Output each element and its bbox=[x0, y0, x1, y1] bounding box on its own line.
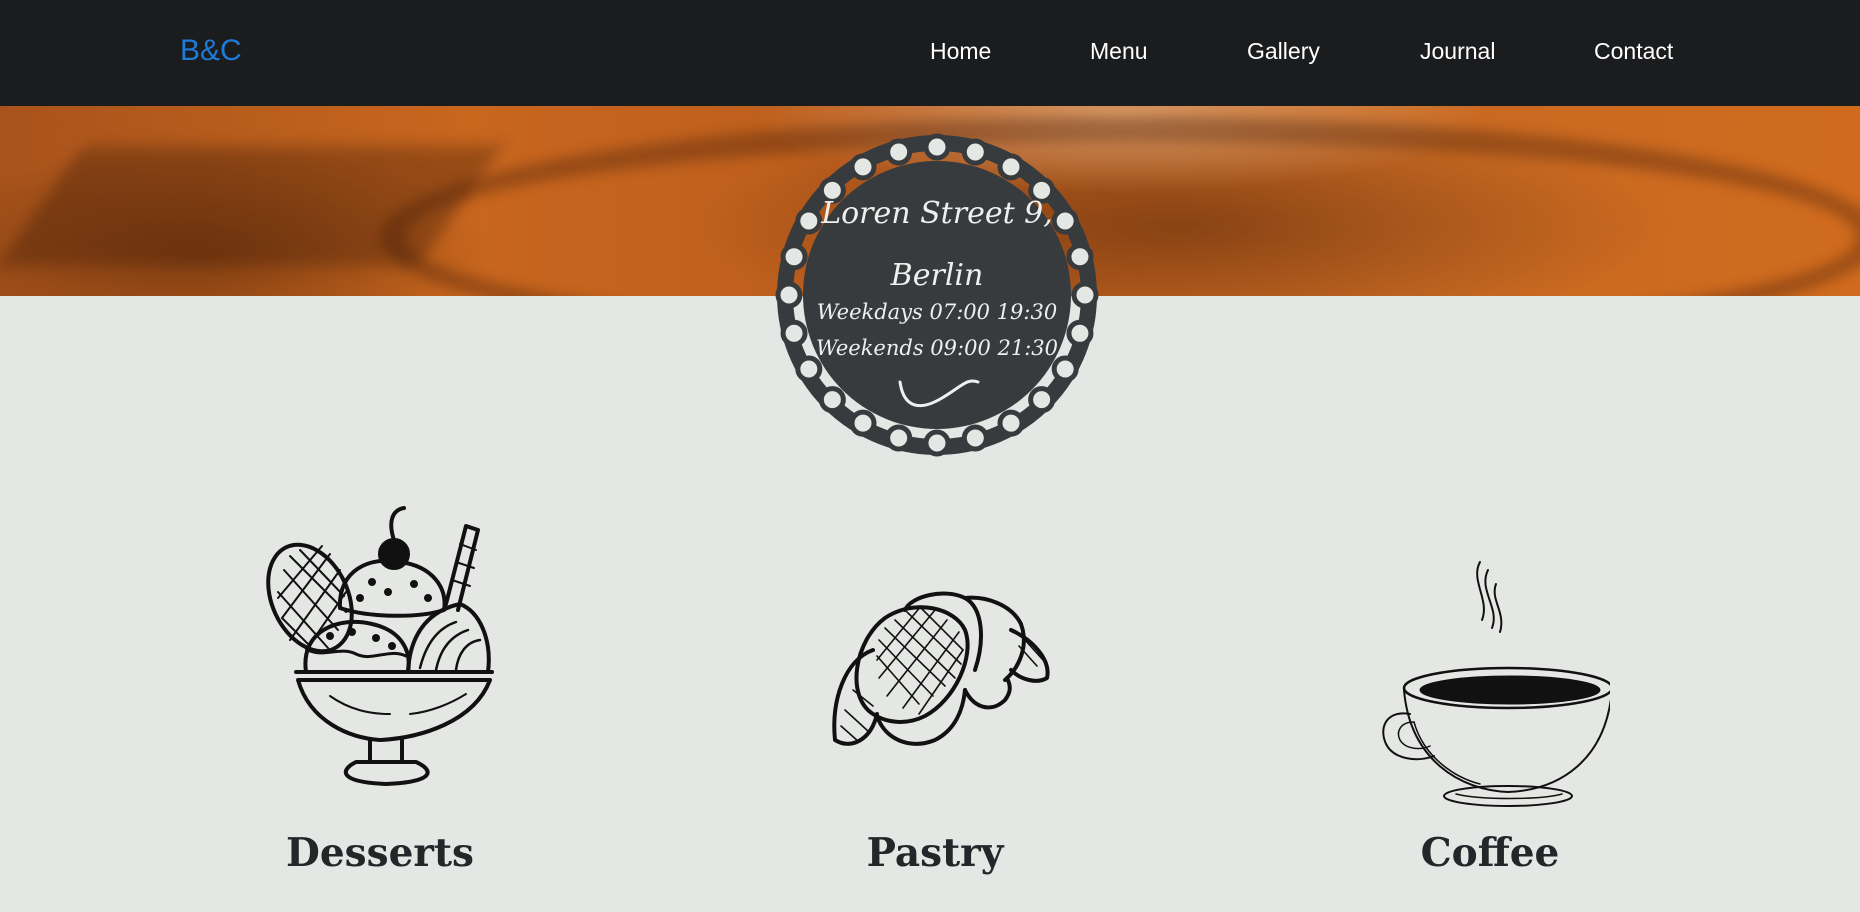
ice-cream-sundae-icon bbox=[266, 506, 494, 786]
lace-ring bbox=[997, 153, 1025, 181]
lace-ring bbox=[961, 424, 989, 452]
lace-ring bbox=[818, 386, 846, 414]
nav-links: Home Menu Gallery Journal Contact bbox=[0, 38, 1860, 68]
category-title-pastry: Pastry bbox=[866, 830, 1004, 876]
lace-border-icon bbox=[775, 133, 1099, 457]
coffee-cup-icon bbox=[1382, 561, 1610, 807]
category-title-coffee: Coffee bbox=[1420, 830, 1560, 876]
hours-weekends: Weekends 09:00 21:30 bbox=[815, 336, 1058, 360]
lace-ring bbox=[1028, 386, 1056, 414]
nav-link-gallery[interactable]: Gallery bbox=[1247, 38, 1320, 65]
top-navbar: B&C Home Menu Gallery Journal Contact bbox=[0, 0, 1860, 106]
hero-plate-shadow bbox=[380, 116, 1860, 296]
nav-link-home[interactable]: Home bbox=[930, 38, 991, 65]
nav-link-menu[interactable]: Menu bbox=[1090, 38, 1148, 65]
lace-ring bbox=[923, 133, 951, 161]
lace-ring bbox=[923, 429, 951, 457]
lace-ring bbox=[1051, 355, 1079, 383]
category-title-desserts: Desserts bbox=[286, 830, 474, 876]
nav-link-contact[interactable]: Contact bbox=[1594, 38, 1673, 65]
hours-weekdays: Weekdays 07:00 19:30 bbox=[816, 300, 1058, 324]
hero-board-shadow bbox=[0, 146, 503, 266]
lace-ring bbox=[885, 138, 913, 166]
category-pastry[interactable]: Pastry bbox=[775, 500, 1095, 890]
lace-ring bbox=[849, 153, 877, 181]
category-coffee[interactable]: Coffee bbox=[1330, 500, 1650, 890]
address-line-street: Loren Street 9, bbox=[821, 196, 1053, 231]
nav-link-journal[interactable]: Journal bbox=[1420, 38, 1495, 65]
lace-ring bbox=[885, 424, 913, 452]
category-desserts[interactable]: Desserts bbox=[220, 500, 540, 890]
lace-ring bbox=[961, 138, 989, 166]
croissant-icon bbox=[832, 591, 1050, 746]
lace-ring bbox=[997, 409, 1025, 437]
address-emblem: Loren Street 9, Berlin Weekdays 07:00 19… bbox=[772, 130, 1102, 460]
address-line-city: Berlin bbox=[890, 258, 984, 293]
lace-ring bbox=[849, 409, 877, 437]
lace-ring bbox=[795, 355, 823, 383]
